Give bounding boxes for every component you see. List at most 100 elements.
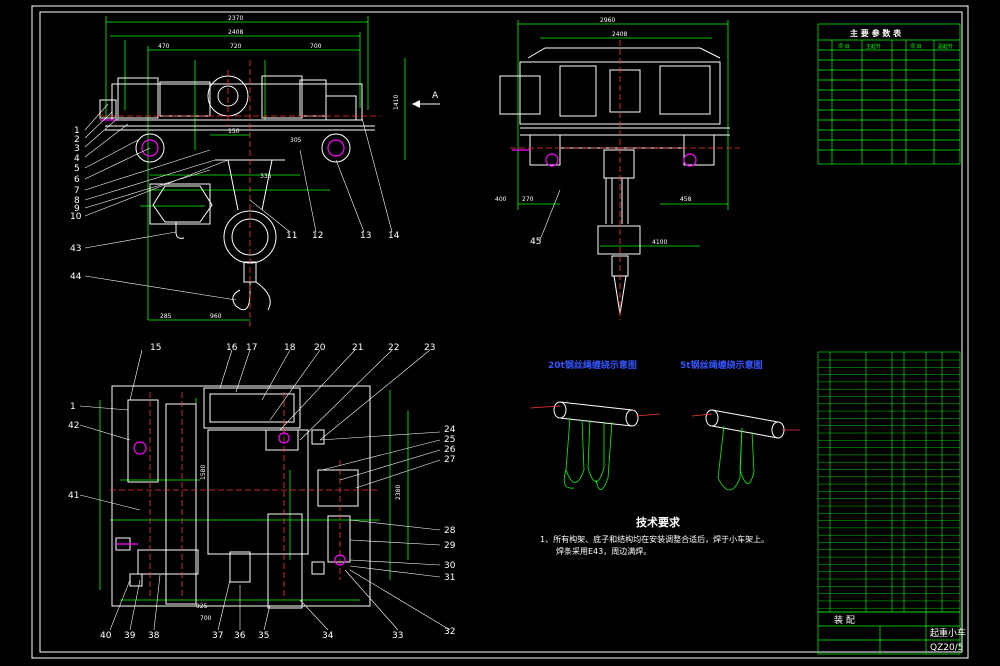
front-view-dim-text: 2370 2408 470 720 700 1410 150 335 960 2…: [158, 15, 400, 320]
side-dim-d1: 270: [522, 196, 534, 203]
front-label-14: 14: [388, 231, 400, 241]
plan-label-22: 22: [388, 343, 399, 353]
rope-caption-20t: 20t钢丝绳缠绕示意图: [548, 359, 637, 371]
plan-label-40: 40: [100, 631, 112, 641]
side-dim-d2: 400: [495, 196, 507, 203]
plan-label-29: 29: [444, 541, 456, 551]
plan-label-35: 35: [258, 631, 269, 641]
plan-label-23: 23: [424, 343, 435, 353]
dim-d1: 470: [158, 43, 170, 50]
param-table-title: 主 要 参 数 表: [850, 28, 902, 38]
param-header-aux: 副起升: [938, 43, 953, 50]
param-header-main: 主起升: [866, 43, 881, 50]
plan-label-15: 15: [150, 343, 161, 353]
front-label-10: 10: [70, 212, 82, 222]
parts-list-grid: [817, 351, 961, 613]
dim-150: 150: [228, 128, 240, 135]
side-view-body: [499, 47, 730, 315]
title-block-name: 起重小车: [930, 627, 966, 639]
param-header-item-1: 项 目: [838, 44, 850, 50]
param-header-item-2: 项 目: [910, 44, 922, 50]
front-label-6: 6: [74, 175, 80, 185]
plan-label-1: 1: [70, 402, 76, 412]
dim-span: 2408: [228, 29, 243, 36]
side-dim-top: 2960: [600, 17, 615, 24]
rope-5t-reeving: [691, 413, 800, 491]
dim-335: 335: [260, 173, 272, 180]
plan-label-18: 18: [284, 343, 296, 353]
tech-line-2: 焊条采用E43，周边满焊。: [556, 546, 651, 556]
plan-label-33: 33: [392, 631, 403, 641]
dim-d2: 720: [230, 43, 242, 50]
front-label-12: 12: [312, 231, 323, 241]
plan-label-26: 26: [444, 445, 456, 455]
front-view-body: [99, 75, 375, 311]
front-label-7: 7: [74, 186, 80, 196]
side-dim-bottom: 4100: [652, 239, 667, 246]
plan-dim-2380: 2380: [395, 485, 402, 500]
parts-list-rows: [818, 359, 960, 609]
plan-label-37: 37: [212, 631, 223, 641]
side-leader-45: [539, 189, 561, 241]
side-label-45: 45: [530, 237, 541, 247]
side-view-dimensions: [517, 20, 729, 247]
front-label-5: 5: [74, 164, 80, 174]
rope-caption-5t: 5t钢丝绳缠绕示意图: [680, 359, 763, 371]
plan-label-42: 42: [68, 421, 79, 431]
plan-label-38: 38: [148, 631, 160, 641]
front-label-13: 13: [360, 231, 371, 241]
front-label-11: 11: [286, 231, 297, 241]
plan-label-39: 39: [124, 631, 136, 641]
side-dim-d3: 458: [680, 196, 692, 203]
plan-view-centerlines: [110, 392, 380, 600]
plan-view: 925 700 2380 1580 15 16 17 18 20 21 22 2…: [68, 343, 456, 641]
cad-drawing: 2370 2408 470 720 700 1410 150 335 960 2…: [31, 5, 969, 659]
plan-label-41: 41: [68, 491, 79, 501]
plan-label-21: 21: [352, 343, 363, 353]
plan-label-36: 36: [234, 631, 246, 641]
plan-dim-1580: 1580: [200, 465, 207, 480]
front-label-4: 4: [74, 154, 80, 164]
dim-305: 305: [290, 137, 302, 144]
front-label-3: 3: [74, 144, 80, 154]
plan-view-body: [111, 385, 371, 609]
plan-label-31: 31: [444, 573, 455, 583]
plan-label-24: 24: [444, 425, 456, 435]
rope-20t-drum: [553, 401, 639, 427]
plan-label-28: 28: [444, 526, 456, 536]
tech-title: 技术要求: [636, 515, 681, 529]
plan-label-34: 34: [322, 631, 334, 641]
front-view: 2370 2408 470 720 700 1410 150 335 960 2…: [70, 15, 440, 330]
dim-overall: 2370: [228, 15, 243, 22]
rope-5t-drum: [705, 409, 785, 439]
dim-d3: 700: [310, 43, 322, 50]
plan-label-25: 25: [444, 435, 455, 445]
title-block-label: 装 配: [834, 614, 855, 626]
side-view-centerlines: [510, 40, 740, 320]
side-view-dim-text: 2960 2408 270 400 458 4100: [495, 17, 692, 246]
plan-view-dim-text: 925 700 2380 1580: [196, 465, 402, 622]
rope-diagrams: 20t钢丝绳缠绕示意图 5t钢丝绳缠绕示意图: [529, 359, 800, 491]
side-view: 2960 2408 270 400 458 4100 45: [495, 17, 740, 320]
section-marker: A: [412, 91, 440, 108]
dim-height: 1410: [393, 95, 400, 110]
plan-label-17: 17: [246, 343, 257, 353]
parts-list: [817, 351, 961, 613]
plan-label-27: 27: [444, 455, 455, 465]
title-block-code: QZ20/5: [930, 643, 963, 653]
dim-960: 960: [210, 313, 222, 320]
section-marker-label: A: [432, 91, 439, 101]
plan-label-20: 20: [314, 343, 326, 353]
dim-285: 285: [160, 313, 172, 320]
front-view-centerlines: [100, 60, 380, 330]
side-dim-span: 2408: [612, 31, 627, 38]
plan-label-16: 16: [226, 343, 238, 353]
plan-label-32: 32: [444, 627, 455, 637]
plan-label-30: 30: [444, 561, 456, 571]
param-table: 主 要 参 数 表 项 目 主起升 项 目 副起升: [817, 23, 961, 165]
front-label-43: 43: [70, 244, 81, 254]
rope-20t-reeving: [529, 405, 661, 490]
title-block: 装 配 起重小车 QZ20/5: [817, 611, 966, 655]
plan-dim-700: 700: [200, 615, 212, 622]
tech-line-1: 1、所有构架、底子和结构均在安装调整合适后，焊于小车架上。: [540, 534, 769, 544]
